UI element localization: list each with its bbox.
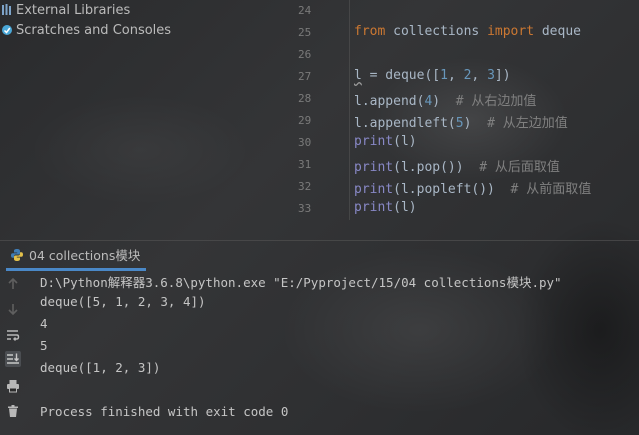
external-libraries-icon [1,3,13,17]
code-line-32[interactable]: print(l.popleft()) # 从前面取值 [354,178,591,197]
down-arrow-icon[interactable] [5,301,21,317]
gutter-divider [349,0,350,220]
line-number: 24 [298,4,312,17]
code-editor[interactable]: 24 25 26 27 28 29 30 31 32 33 from colle… [288,0,639,240]
code-line-27[interactable]: l = deque([1, 2, 3]) [354,68,511,83]
console-line: deque([1, 2, 3]) [40,360,161,375]
code-line-25[interactable]: from collections import deque [354,24,581,39]
python-icon [10,248,24,262]
scratches-icon [1,23,13,37]
tree-item-label: Scratches and Consoles [16,22,172,38]
line-number: 28 [298,92,312,105]
console-output[interactable]: D:\Python解释器3.6.8\python.exe "E:/Pyproje… [27,270,639,435]
line-number: 31 [298,158,312,171]
console-line: D:\Python解释器3.6.8\python.exe "E:/Pyproje… [40,275,562,290]
soft-wrap-icon[interactable] [5,327,21,343]
run-tab[interactable]: 04 collections模块 [6,241,147,271]
console-line: Process finished with exit code 0 [40,404,289,419]
line-number: 32 [298,180,312,193]
tree-item-label: External Libraries [16,2,131,18]
project-tree: External Libraries Scratches and Console… [0,0,288,240]
tree-item-external-libraries[interactable]: External Libraries [0,0,130,20]
line-number: 33 [298,202,312,215]
scroll-to-end-icon[interactable] [5,351,21,367]
run-panel: 04 collections模块 D:\Python解释器3.6.8\pytho… [0,240,639,435]
run-tool-window-header: 04 collections模块 [0,240,639,271]
code-line-28[interactable]: l.append(4) # 从右边加值 [354,90,536,109]
console-line: 5 [40,338,48,353]
line-number: 29 [298,114,312,127]
run-toolbar [0,270,27,435]
line-number-gutter: 24 25 26 27 28 29 30 31 32 33 [288,0,348,220]
code-line-29[interactable]: l.appendleft(5) # 从左边加值 [354,112,568,131]
run-tab-label: 04 collections模块 [29,248,141,263]
line-number: 27 [298,70,312,83]
up-arrow-icon[interactable] [5,276,21,292]
tree-item-scratches[interactable]: Scratches and Consoles [0,20,171,40]
line-number: 25 [298,26,312,39]
trash-icon[interactable] [5,403,21,419]
line-number: 26 [298,48,312,61]
code-line-30[interactable]: print(l) [354,134,417,149]
code-line-33[interactable]: print(l) [354,200,417,215]
print-icon[interactable] [5,378,21,394]
code-line-31[interactable]: print(l.pop()) # 从后面取值 [354,156,560,175]
line-number: 30 [298,136,312,149]
console-line: 4 [40,316,48,331]
console-line: deque([5, 1, 2, 3, 4]) [40,294,206,309]
